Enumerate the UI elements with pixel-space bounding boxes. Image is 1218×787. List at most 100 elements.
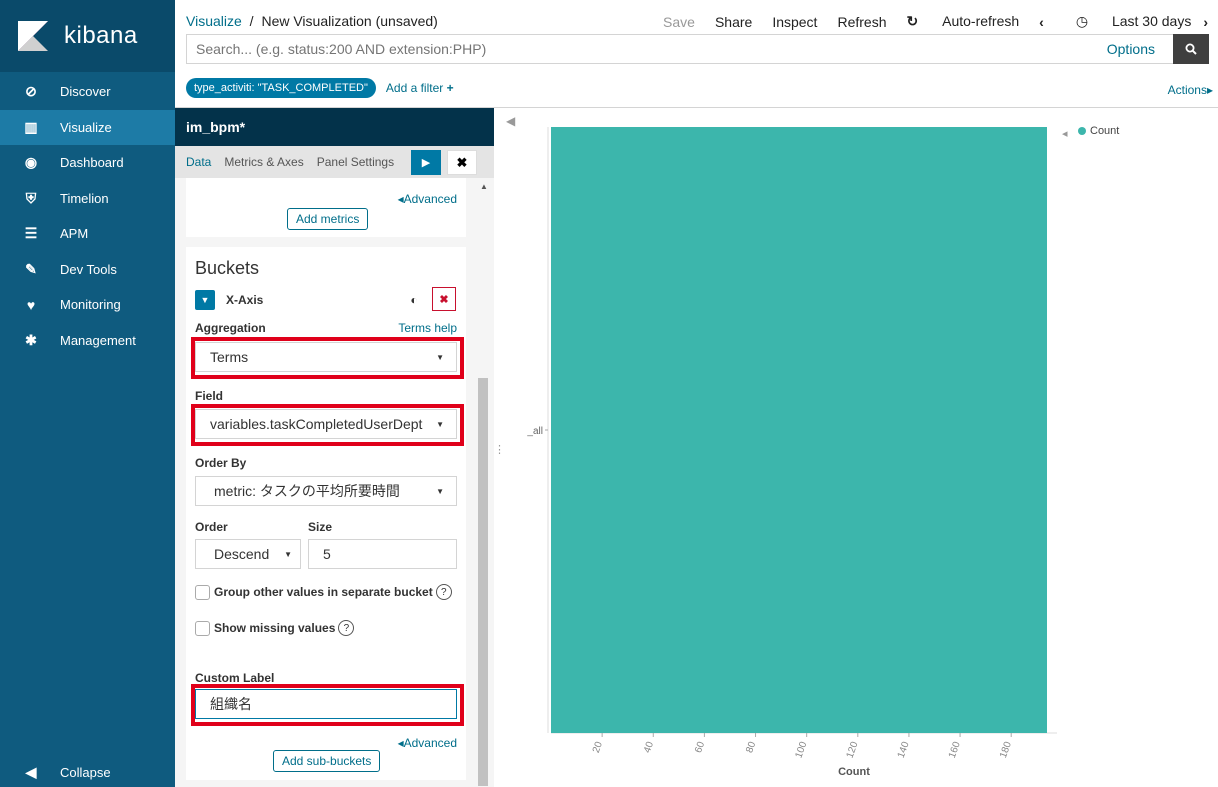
kibana-logo-text: kibana	[64, 22, 138, 49]
actions-link[interactable]: Actions▸	[1168, 83, 1213, 97]
discard-changes-button[interactable]: ✖	[447, 150, 477, 175]
advanced-toggle-buckets[interactable]: ◂Advanced	[398, 736, 457, 750]
caret-down-icon: ▼	[436, 487, 444, 496]
caret-down-icon: ▼	[284, 550, 292, 559]
options-link[interactable]: Options	[1107, 41, 1155, 57]
checkbox[interactable]	[195, 620, 210, 636]
x-tick-label: 60	[693, 740, 707, 755]
kibana-logo[interactable]: kibana	[0, 0, 175, 72]
heartbeat-icon: ♥	[26, 296, 36, 313]
filter-bar: type_activiti: "TASK_COMPLETED" Add a fi…	[186, 78, 454, 98]
sidebar-item-label: Monitoring	[60, 297, 121, 313]
sidebar-item-management[interactable]: ✱ Management	[0, 323, 175, 359]
time-picker-button[interactable]: ◷ Last 30 days	[1056, 13, 1192, 30]
collapse-icon: ◀	[25, 763, 37, 780]
tab-metrics-axes[interactable]: Metrics & Axes	[222, 146, 314, 178]
remove-icon: ✖	[439, 293, 449, 306]
toggle-icon: ◐	[410, 293, 418, 307]
auto-refresh-button[interactable]: ↻ Auto-refresh	[906, 13, 1019, 30]
search-input[interactable]	[187, 35, 1107, 63]
add-metrics-button[interactable]: Add metrics	[287, 208, 369, 230]
bar-chart-icon: ▥	[24, 118, 38, 135]
plus-icon: +	[446, 81, 454, 95]
tab-panel-settings[interactable]: Panel Settings	[315, 146, 405, 178]
editor-scroll-area[interactable]: ◂Advanced Add metrics Buckets ▼ X-Axis ◐…	[175, 178, 494, 787]
legend-toggle-icon[interactable]: ◂	[1062, 127, 1068, 140]
time-prev-button[interactable]: ‹	[1039, 14, 1044, 30]
help-icon[interactable]: ?	[338, 620, 355, 636]
remove-aggregation-button[interactable]: ✖	[432, 287, 456, 311]
legend-label: Count	[1090, 125, 1120, 137]
size-input[interactable]: 5	[308, 539, 457, 569]
add-sub-buckets-button[interactable]: Add sub-buckets	[273, 750, 381, 772]
terms-help-link[interactable]: Terms help	[398, 321, 457, 335]
sidebar-item-dashboard[interactable]: ◉ Dashboard	[0, 145, 175, 181]
tab-data[interactable]: Data	[175, 146, 222, 178]
highlight-custom-label	[191, 684, 464, 726]
save-button[interactable]: Save	[663, 14, 695, 30]
refresh-icon: ↻	[906, 13, 919, 29]
legend-item-count[interactable]: Count	[1078, 125, 1119, 137]
scroll-up-icon[interactable]: ▲	[480, 182, 488, 191]
toggle-aggregation-button[interactable]: ◐	[403, 290, 425, 310]
inspect-button[interactable]: Inspect	[772, 14, 817, 30]
dashboard-icon: ◉	[24, 154, 38, 171]
sidebar-item-timelion[interactable]: ⛨ Timelion	[0, 181, 175, 217]
auto-refresh-label: Auto-refresh	[942, 13, 1020, 29]
search-button[interactable]	[1173, 34, 1209, 64]
x-axis-collapse-button[interactable]: ▼	[195, 290, 215, 310]
advanced-label: Advanced	[403, 192, 457, 206]
sidebar-item-dev-tools[interactable]: ✎ Dev Tools	[0, 252, 175, 288]
share-button[interactable]: Share	[715, 14, 752, 30]
size-label: Size	[308, 520, 333, 534]
sidebar: kibana ⊘ Discover ▥ Visualize ◉ Dashboard ⛨ Tim…	[0, 0, 175, 787]
order-select[interactable]: Descend ▼	[195, 539, 301, 569]
gear-icon: ✱	[25, 331, 37, 348]
x-tick-label: 100	[793, 740, 809, 760]
chevron-down-icon: ▼	[200, 295, 210, 305]
x-tick-label: 20	[591, 740, 605, 755]
filter-pill[interactable]: type_activiti: "TASK_COMPLETED"	[186, 78, 376, 98]
time-next-button[interactable]: ›	[1203, 14, 1208, 30]
highlight-field	[191, 404, 464, 446]
order-label: Order	[195, 520, 228, 534]
advanced-toggle-metrics[interactable]: ◂Advanced	[398, 192, 457, 206]
chevron-right-icon: ›	[1203, 13, 1208, 30]
order-by-select[interactable]: metric: タスクの平均所要時間 ▼	[195, 476, 457, 506]
breadcrumb-separator: /	[249, 13, 254, 29]
kibana-logo-icon	[18, 21, 48, 51]
highlight-aggregation	[191, 337, 464, 379]
sidebar-item-discover[interactable]: ⊘ Discover	[0, 74, 175, 110]
add-filter-link[interactable]: Add a filter +	[386, 81, 454, 95]
aggregation-label: Aggregation	[195, 321, 266, 335]
show-missing-checkbox[interactable]: Show missing values ?	[195, 620, 355, 636]
apply-changes-button[interactable]: ▶	[411, 150, 441, 175]
top-actions: Save Share Inspect Refresh ↻ Auto-refres…	[643, 13, 1208, 30]
breadcrumb: Visualize / New Visualization (unsaved)	[186, 13, 438, 29]
sidebar-item-apm[interactable]: ☰ APM	[0, 216, 175, 252]
top-bar: Visualize / New Visualization (unsaved) …	[175, 0, 1218, 108]
editor-scrollbar-thumb[interactable]	[478, 378, 488, 786]
breadcrumb-visualize-link[interactable]: Visualize	[186, 13, 242, 29]
buckets-card: Buckets ▼ X-Axis ◐ ✖ Aggregation Terms h…	[186, 247, 466, 780]
order-value: Descend	[214, 546, 270, 562]
sidebar-item-visualize[interactable]: ▥ Visualize	[0, 109, 175, 145]
sidebar-item-monitoring[interactable]: ♥ Monitoring	[0, 287, 175, 323]
help-icon[interactable]: ?	[435, 584, 452, 600]
compass-icon: ⊘	[25, 83, 37, 100]
bar[interactable]	[551, 127, 1047, 733]
group-other-checkbox[interactable]: Group other values in separate bucket ?	[195, 584, 452, 600]
collapse-button[interactable]: ◀ Collapse	[0, 757, 175, 787]
vis-editor-panel: im_bpm* Data Metrics & Axes Panel Settin…	[175, 108, 494, 787]
index-pattern-title: im_bpm*	[175, 108, 494, 146]
checkbox[interactable]	[195, 584, 210, 600]
editor-tabs: Data Metrics & Axes Panel Settings ▶ ✖	[175, 146, 494, 178]
sidebar-item-label: Management	[60, 332, 136, 348]
order-by-value: metric: タスクの平均所要時間	[214, 483, 400, 499]
size-value: 5	[323, 546, 331, 562]
sidebar-item-label: Visualize	[60, 119, 112, 135]
advanced-label: Advanced	[403, 736, 457, 750]
actions-label: Actions	[1167, 83, 1207, 97]
refresh-button[interactable]: Refresh	[837, 14, 886, 30]
play-icon: ▶	[421, 157, 431, 169]
